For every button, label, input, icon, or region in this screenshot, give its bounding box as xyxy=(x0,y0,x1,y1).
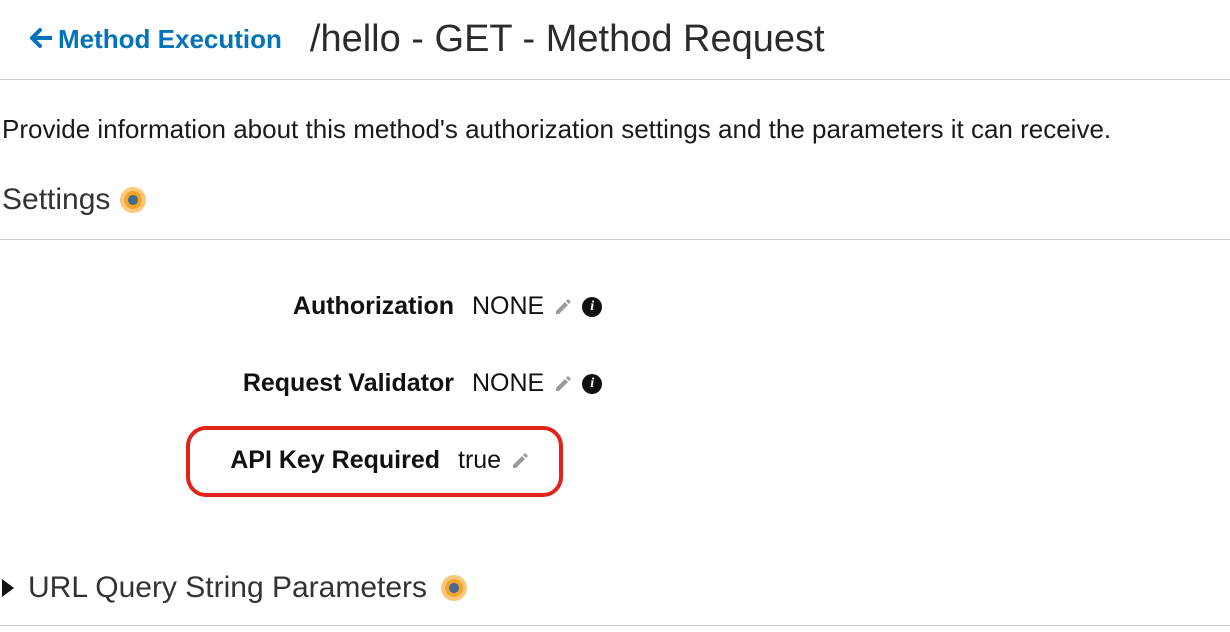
url-query-params-section-header[interactable]: URL Query String Parameters xyxy=(0,561,1230,626)
api-key-required-row: API Key Required true xyxy=(0,430,1230,531)
settings-section-header: Settings xyxy=(0,179,1230,240)
url-query-params-title: URL Query String Parameters xyxy=(28,571,427,605)
page-description: Provide information about this method's … xyxy=(0,80,1230,179)
pencil-icon[interactable] xyxy=(511,452,529,470)
settings-body: Authorization NONE i Request Validator N… xyxy=(0,240,1230,561)
settings-section-title: Settings xyxy=(2,183,110,217)
info-icon[interactable]: i xyxy=(582,374,602,394)
api-key-required-label: API Key Required xyxy=(204,446,458,475)
pencil-icon[interactable] xyxy=(554,298,572,316)
authorization-label: Authorization xyxy=(0,292,472,321)
request-validator-row: Request Validator NONE i xyxy=(0,353,1230,430)
api-key-required-value: true xyxy=(458,446,501,475)
api-key-required-value-group: true xyxy=(458,446,529,475)
request-validator-value: NONE xyxy=(472,369,544,398)
target-icon xyxy=(441,575,467,601)
page-header: Method Execution /hello - GET - Method R… xyxy=(0,0,1230,80)
request-validator-label: Request Validator xyxy=(0,369,472,398)
authorization-value: NONE xyxy=(472,292,544,321)
request-validator-value-group: NONE i xyxy=(472,369,602,398)
caret-right-icon xyxy=(2,579,14,597)
back-link-label: Method Execution xyxy=(58,24,282,55)
back-to-method-execution-link[interactable]: Method Execution xyxy=(30,24,282,55)
highlight-annotation: API Key Required true xyxy=(186,426,563,497)
target-icon xyxy=(120,187,146,213)
pencil-icon[interactable] xyxy=(554,375,572,393)
arrow-left-icon xyxy=(30,24,52,55)
info-icon[interactable]: i xyxy=(582,297,602,317)
page-title: /hello - GET - Method Request xyxy=(310,18,825,61)
authorization-value-group: NONE i xyxy=(472,292,602,321)
authorization-row: Authorization NONE i xyxy=(0,276,1230,353)
